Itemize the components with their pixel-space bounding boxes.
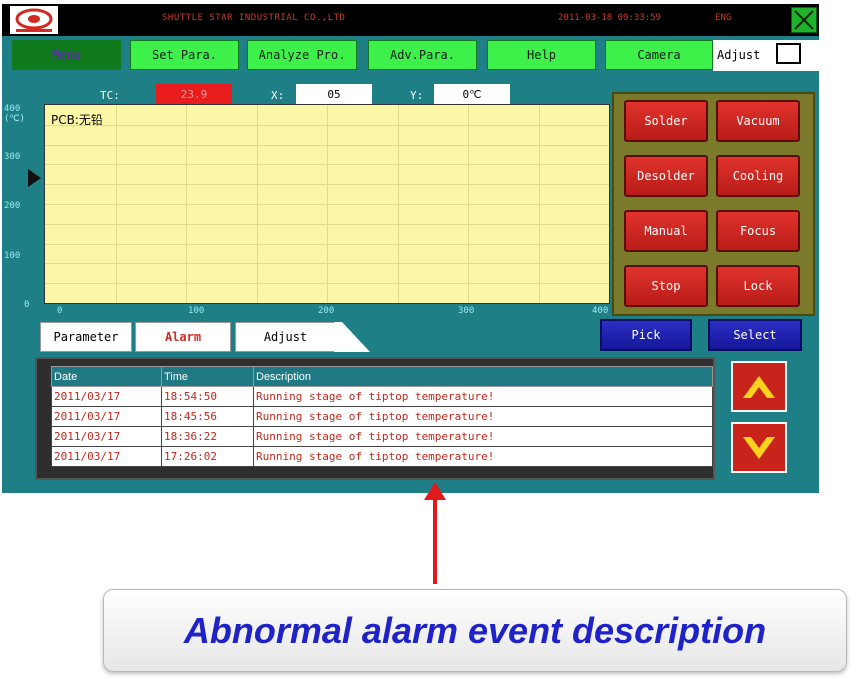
vacuum-button[interactable]: Vacuum <box>716 100 800 142</box>
caption-box: Abnormal alarm event description <box>103 589 847 672</box>
tc-value: 23.9 <box>156 84 232 105</box>
arrow-down-icon <box>743 436 775 459</box>
camera-button[interactable]: Camera <box>605 40 713 70</box>
user-level: ENG <box>715 13 732 23</box>
table-header-row: Date Time Description <box>51 366 713 387</box>
arrow-up-icon <box>743 375 775 398</box>
caption-text: Abnormal alarm event description <box>183 609 767 651</box>
y-tick-200: 200 <box>4 201 21 211</box>
pointer-arrow <box>433 494 437 584</box>
cell-date: 2011/03/17 <box>51 426 162 447</box>
cell-time: 17:26:02 <box>161 446 254 467</box>
cell-date: 2011/03/17 <box>51 446 162 467</box>
desolder-button[interactable]: Desolder <box>624 155 708 197</box>
y-unit: (℃) <box>4 114 25 124</box>
tab-edge-decoration <box>334 322 370 352</box>
close-icon <box>794 10 814 30</box>
adjust-label: Adjust <box>717 48 761 62</box>
cell-description: Running stage of tiptop temperature! <box>253 386 713 407</box>
table-row[interactable]: 2011/03/17 17:26:02 Running stage of tip… <box>51 446 713 467</box>
help-button[interactable]: Help <box>487 40 596 70</box>
scroll-up-button[interactable] <box>731 361 787 412</box>
cell-description: Running stage of tiptop temperature! <box>253 446 713 467</box>
stop-button[interactable]: Stop <box>624 265 708 307</box>
company-logo <box>10 6 58 34</box>
tab-adjust[interactable]: Adjust <box>235 322 335 352</box>
header-time: Time <box>161 366 254 387</box>
cell-time: 18:54:50 <box>161 386 254 407</box>
top-bar: SHUTTLE STAR INDUSTRIAL CO.,LTD 2011-03-… <box>2 4 819 36</box>
focus-button[interactable]: Focus <box>716 210 800 252</box>
cell-date: 2011/03/17 <box>51 386 162 407</box>
header-description: Description <box>253 366 713 387</box>
tc-label: TC: <box>100 88 120 102</box>
lock-button[interactable]: Lock <box>716 265 800 307</box>
set-para-button[interactable]: Set Para. <box>130 40 239 70</box>
menu-button[interactable]: Menu <box>12 40 121 70</box>
cell-description: Running stage of tiptop temperature! <box>253 406 713 427</box>
y-tick-100: 100 <box>4 251 21 261</box>
temperature-pointer-icon <box>28 169 41 187</box>
cell-date: 2011/03/17 <box>51 406 162 427</box>
cell-description: Running stage of tiptop temperature! <box>253 426 713 447</box>
y-tick-0: 0 <box>24 300 30 310</box>
x-tick-100: 100 <box>188 306 205 316</box>
alarm-log-table: Date Time Description 2011/03/17 18:54:5… <box>51 366 713 467</box>
adjust-checkbox[interactable] <box>776 43 801 64</box>
cell-time: 18:36:22 <box>161 426 254 447</box>
analyze-pro-button[interactable]: Analyze Pro. <box>247 40 357 70</box>
close-button[interactable] <box>791 7 817 33</box>
x-label: X: <box>271 88 285 102</box>
table-row[interactable]: 2011/03/17 18:36:22 Running stage of tip… <box>51 426 713 447</box>
alarm-log-panel: Date Time Description 2011/03/17 18:54:5… <box>35 357 715 480</box>
tab-alarm[interactable]: Alarm <box>135 322 231 352</box>
cell-time: 18:45:56 <box>161 406 254 427</box>
select-button[interactable]: Select <box>708 319 802 351</box>
table-row[interactable]: 2011/03/17 18:45:56 Running stage of tip… <box>51 406 713 427</box>
main-menu: Menu Set Para. Analyze Pro. Adv.Para. He… <box>2 40 819 71</box>
datetime-display: 2011-03-18 09:33:59 <box>558 13 661 23</box>
company-name: SHUTTLE STAR INDUSTRIAL CO.,LTD <box>162 13 346 23</box>
header-date: Date <box>51 366 162 387</box>
pcb-label: PCB:无铅 <box>51 113 103 127</box>
x-tick-300: 300 <box>458 306 475 316</box>
x-tick-200: 200 <box>318 306 335 316</box>
temperature-chart: PCB:无铅 <box>44 104 610 304</box>
x-value: 05 <box>296 84 372 105</box>
y-value: 0℃ <box>434 84 510 105</box>
tab-parameter[interactable]: Parameter <box>40 322 132 352</box>
manual-button[interactable]: Manual <box>624 210 708 252</box>
x-tick-400: 400 <box>592 306 609 316</box>
scroll-down-button[interactable] <box>731 422 787 473</box>
solder-button[interactable]: Solder <box>624 100 708 142</box>
cooling-button[interactable]: Cooling <box>716 155 800 197</box>
pick-button[interactable]: Pick <box>600 319 692 351</box>
y-tick-300: 300 <box>4 152 21 162</box>
table-row[interactable]: 2011/03/17 18:54:50 Running stage of tip… <box>51 386 713 407</box>
y-tick-400: 400 <box>4 104 21 114</box>
hmi-screen: SHUTTLE STAR INDUSTRIAL CO.,LTD 2011-03-… <box>2 4 819 493</box>
control-panel: Solder Vacuum Desolder Cooling Manual Fo… <box>612 92 815 316</box>
adv-para-button[interactable]: Adv.Para. <box>368 40 477 70</box>
adjust-toggle[interactable]: Adjust <box>713 40 819 71</box>
y-label: Y: <box>410 88 424 102</box>
x-tick-0: 0 <box>57 306 63 316</box>
